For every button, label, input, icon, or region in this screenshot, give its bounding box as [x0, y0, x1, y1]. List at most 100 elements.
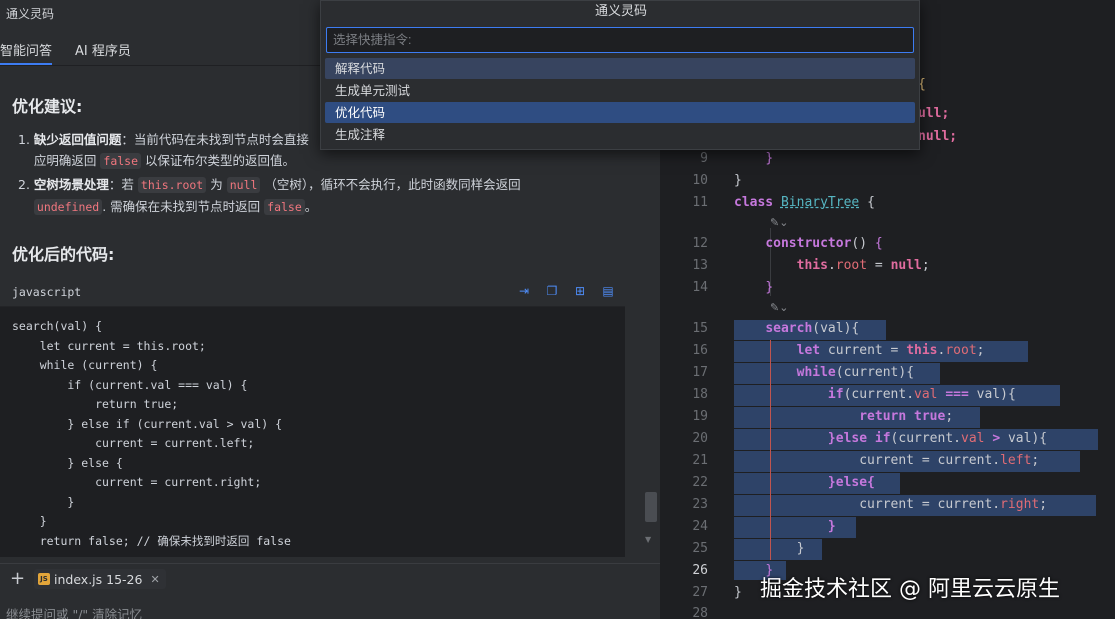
inline-code: null [226, 177, 261, 193]
line-number: 22 [692, 475, 708, 490]
add-context-icon[interactable]: + [10, 568, 25, 589]
panel-title: 通义灵码 [6, 7, 55, 21]
code-line: } [827, 519, 836, 534]
inline-code: false [264, 199, 305, 215]
line-number: 10 [692, 173, 708, 188]
heading-suggestions: 优化建议: [12, 97, 83, 116]
code-fragment: ull; [918, 106, 950, 121]
option-optimize-code[interactable]: 优化代码 [325, 102, 915, 123]
item2-text-c: （空树），循环不会执行，此时函数同样会返回 [264, 177, 521, 192]
option-explain-code[interactable]: 解释代码 [325, 58, 915, 79]
code-line: if (current.val === val) { [12, 377, 248, 392]
item2-text-b: 为 [210, 177, 223, 192]
watermark: 掘金技术社区 @ 阿里云云原生 [760, 577, 1060, 602]
context-file-chip[interactable]: JS index.js 15-26 ✕ [34, 569, 166, 589]
code-line: } [12, 514, 47, 528]
line-number: 25 [692, 541, 708, 556]
code-fragment: null; [918, 129, 958, 144]
item1-title: 缺少返回值问题 [33, 132, 122, 147]
context-file-label: index.js 15-26 [54, 571, 143, 587]
quick-command-popup: 通义灵码 解释代码 生成单元测试 优化代码 生成注释 [320, 0, 920, 150]
code-line: constructor() { [765, 236, 883, 251]
chat-scrollbar-thumb[interactable] [645, 492, 657, 522]
scroll-down-icon[interactable]: ▼ [645, 535, 651, 544]
code-language: javascript [12, 285, 82, 299]
item2-title: 空树场景处理 [33, 177, 109, 192]
code-line: } else { [12, 455, 123, 470]
command-search-input[interactable] [327, 28, 913, 52]
code-line: this.root = null; [796, 258, 930, 273]
code-line: if(current.val === val){ [827, 387, 1016, 402]
line-number: 21 [692, 453, 708, 468]
new-file-icon[interactable]: ⊞ [572, 283, 588, 299]
insert-code-icon[interactable]: ⇥ [516, 283, 532, 299]
option-generate-comments[interactable]: 生成注释 [325, 124, 915, 145]
line-number: 11 [692, 195, 708, 210]
code-lens-icon[interactable]: ✎⌄ [770, 301, 788, 314]
item1-text-b: 应明确返回 [33, 153, 97, 168]
command-search-field[interactable] [326, 27, 914, 53]
js-file-icon: JS [38, 573, 50, 585]
line-number: 19 [692, 409, 708, 424]
code-line: return true; [859, 409, 954, 424]
inline-code: this.root [137, 177, 207, 193]
line-number: 17 [692, 365, 708, 380]
suggestion-item-1: 1. 缺少返回值问题：当前代码在未找到节点时会直接 应明确返回 false 以保… [18, 132, 309, 169]
item1-text-a: ：当前代码在未找到节点时会直接 [121, 132, 309, 147]
line-number: 28 [692, 606, 708, 619]
diff-icon[interactable]: ▤ [600, 283, 616, 299]
line-number: 20 [692, 431, 708, 446]
copy-icon[interactable]: ❐ [544, 283, 560, 299]
tab-ai-programmer[interactable]: AI 程序员 [75, 40, 131, 59]
line-number: 16 [692, 343, 708, 358]
code-line: }else if(current.val > val){ [827, 431, 1048, 446]
code-line: current = current.left; [734, 453, 1040, 468]
line-number: 9 [700, 151, 708, 166]
chat-input-placeholder[interactable]: 继续提问或 "/" 清除记忆 [6, 604, 142, 619]
active-tab-indicator [0, 63, 52, 65]
line-number: 14 [692, 280, 708, 295]
heading-optimized-code: 优化后的代码: [12, 245, 115, 264]
close-icon[interactable]: ✕ [150, 573, 159, 586]
line-number-current: 26 [692, 563, 708, 578]
line-number: 13 [692, 258, 708, 273]
item2-text-a: ：若 [108, 177, 134, 192]
code-line: return false; // 确保未找到时返回 false [12, 533, 291, 548]
code-line: } else if (current.val > val) { [12, 416, 283, 431]
item1-text-c: 以保证布尔类型的返回值。 [145, 153, 296, 168]
option-generate-unit-test[interactable]: 生成单元测试 [325, 80, 915, 101]
code-line: while (current) { [12, 358, 158, 372]
inline-code: false [100, 153, 142, 169]
code-line: } [734, 585, 742, 600]
inline-code: undefined [33, 199, 103, 215]
code-block-content: search(val) { let current = this.root; w… [12, 317, 291, 551]
code-block: search(val) { let current = this.root; w… [0, 307, 625, 557]
line-number: 18 [692, 387, 708, 402]
popup-title: 通义灵码 [594, 4, 647, 19]
code-line: } [765, 151, 774, 166]
tab-smart-qa[interactable]: 智能问答 [0, 40, 52, 59]
code-line: } [12, 494, 75, 509]
line-number: 24 [692, 519, 708, 534]
line-number: 23 [692, 497, 708, 512]
suggestion-item-2: 2. 空树场景处理：若 this.root 为 null （空树），循环不会执行… [18, 177, 521, 215]
code-line: } [734, 541, 805, 556]
code-line: } [765, 280, 774, 295]
code-block-header: javascript ⇥ ❐ ⊞ ▤ [0, 277, 625, 307]
code-lens-icon[interactable]: ✎⌄ [770, 216, 788, 229]
code-line: }else{ [827, 475, 875, 490]
code-line: while(current){ [796, 365, 915, 380]
context-bar: + JS index.js 15-26 ✕ [0, 563, 660, 593]
item2-text-e: 。 [304, 199, 318, 214]
code-line: let current = this.root; [12, 338, 206, 353]
code-line: } [734, 173, 742, 188]
line-number: 12 [692, 236, 708, 251]
line-number: 15 [692, 321, 708, 336]
line-number: 27 [692, 585, 708, 600]
code-line: let current = this.root; [796, 343, 985, 358]
code-line: return true; [12, 397, 179, 411]
item2-text-d: . 需确保在未找到节点时返回 [102, 199, 261, 214]
code-line: current = current.right; [12, 475, 262, 489]
code-line: class BinaryTree { [734, 195, 875, 210]
code-line: current = current.right; [734, 497, 1048, 512]
